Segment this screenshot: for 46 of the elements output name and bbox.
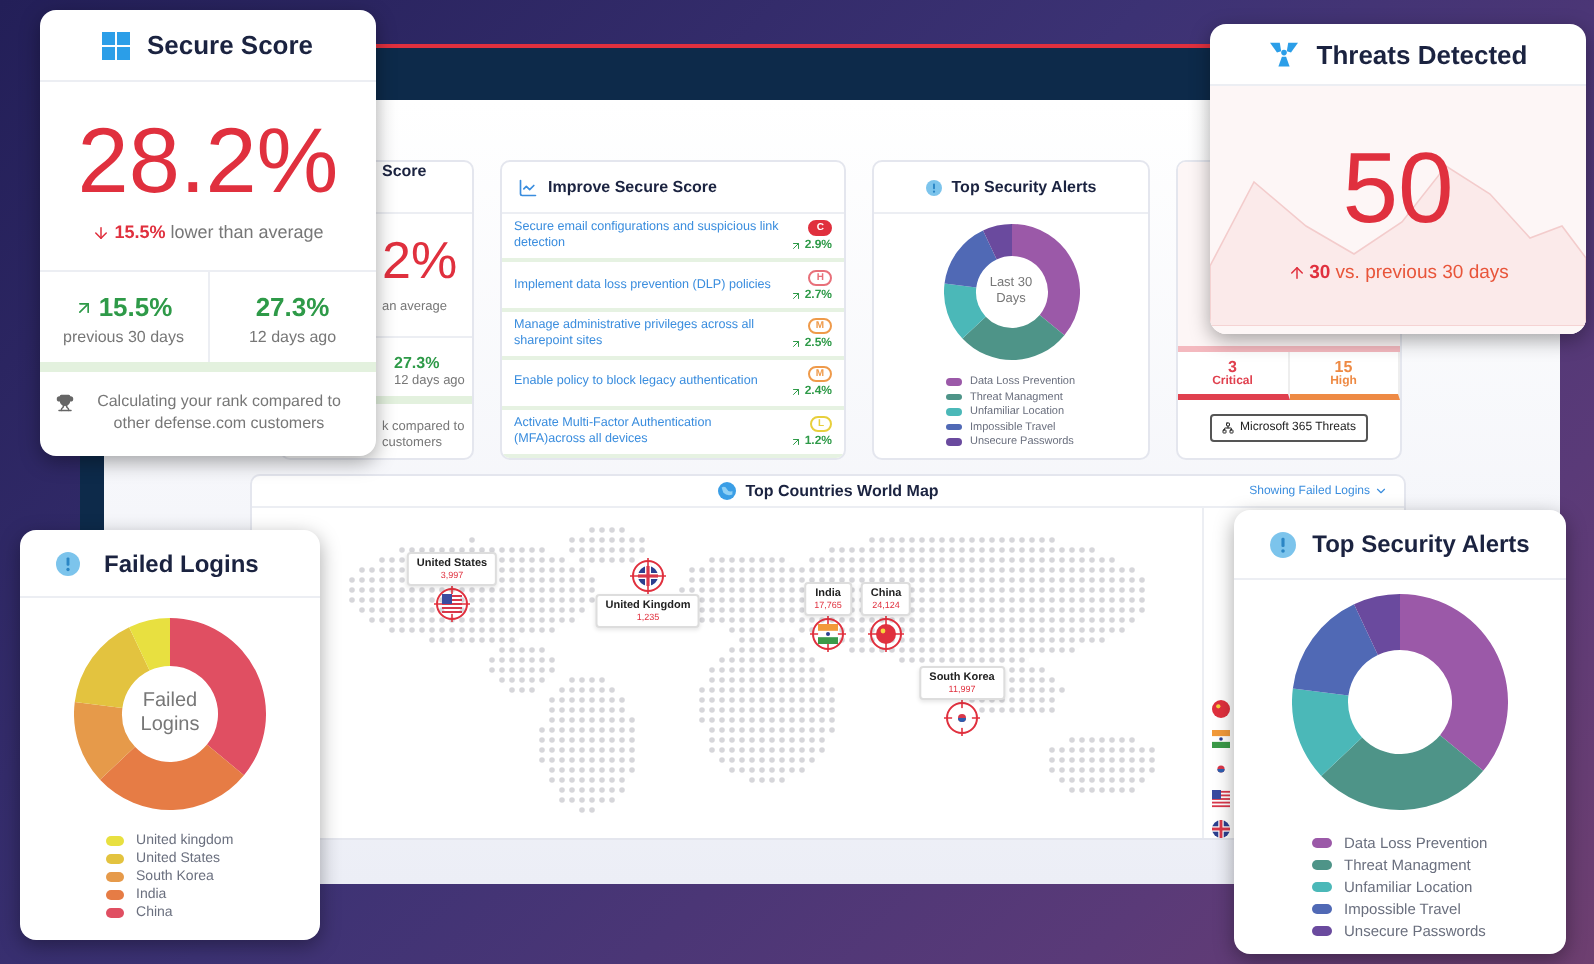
stat-label: previous 30 days [63,328,184,346]
popup-title: Secure Score [146,30,314,60]
threat-count: 15 [1334,358,1353,376]
info-icon [56,551,80,575]
stat-label: 12 days ago [248,328,337,346]
donut-center-label: Failed Logins [138,690,202,738]
threat-count: 3 [1228,358,1237,376]
score-comparison: 15.5% lower than average [114,222,324,242]
card-title: Score [382,162,427,182]
popup-title: Threats Detected [1316,39,1528,69]
arrow-up-right-icon [790,386,803,399]
stat-value: 27.3% [394,353,440,374]
flag-icon [1212,700,1230,718]
arrow-up-right-icon [790,240,803,253]
globe-icon [717,482,736,500]
arrow-up-right-icon [790,289,803,302]
flag-icon [1212,760,1230,778]
arrow-up-right-icon [790,338,803,351]
info-icon [925,179,942,195]
arrow-down-icon [92,223,111,241]
flag-marker-icon[interactable] [630,558,666,594]
card-title: Improve Secure Score [548,178,717,196]
threat-total: 50 [1342,137,1454,237]
chevron-down-icon [1374,484,1388,498]
card-title: Top Countries World Map [745,482,939,500]
rank-text: Calculating your rank compared to other defense.com customers [95,392,343,436]
stat-value: 15.5% [98,292,173,322]
trophy-icon [56,394,74,412]
arrow-up-right-icon [790,435,803,448]
info-icon [1270,531,1297,557]
radiation-icon [1268,40,1301,68]
flag-icon [1212,790,1230,808]
popup-title: Failed Logins [104,549,259,577]
popup-title: Top Security Alerts [1312,530,1530,558]
flag-icon [1212,730,1230,748]
score-value: 2% [382,230,458,293]
flag-marker-icon[interactable] [868,616,904,652]
card-title: Top Security Alerts [951,178,1097,196]
network-icon [1222,422,1235,434]
threat-comparison: 30 vs. previous 30 days [1309,261,1509,283]
arrow-up-right-icon [74,297,95,317]
arrow-up-icon [1287,263,1306,281]
windows-logo-icon [102,31,131,59]
line-chart-icon [518,177,538,197]
stat-value: 27.3% [255,292,330,322]
score-value: 28.2% [77,114,339,206]
